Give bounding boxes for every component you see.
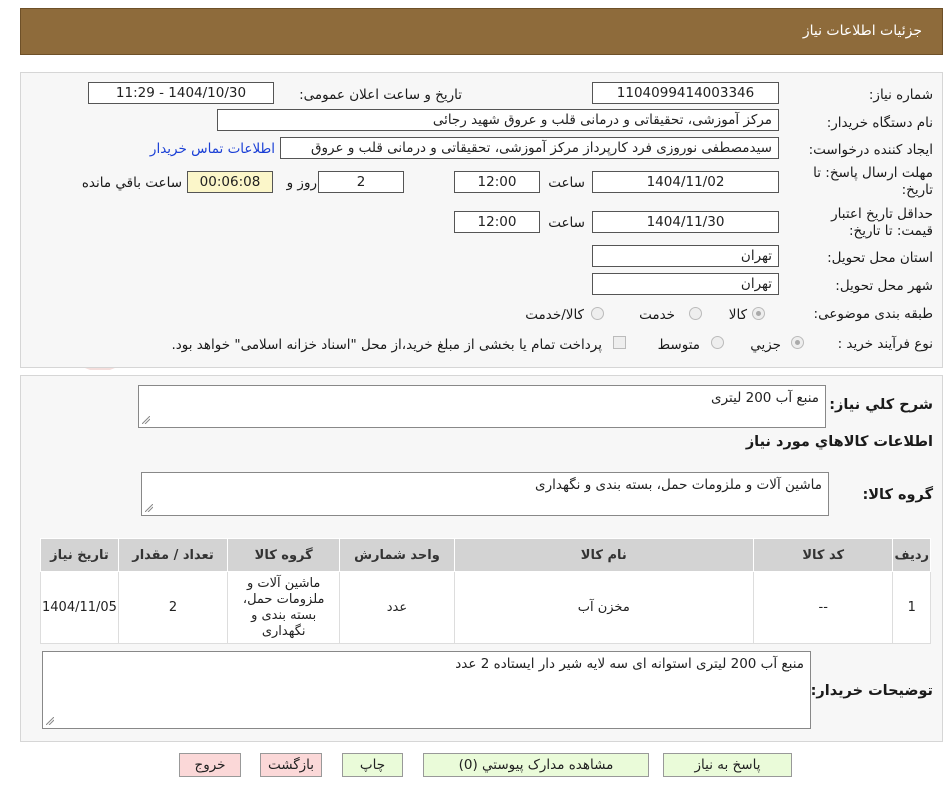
summary-text: منبع آب 200 لیتری (711, 390, 819, 406)
back-button[interactable]: بازگشت (260, 753, 322, 777)
announce-field: 1404/10/30 - 11:29 (88, 82, 274, 104)
attachments-button[interactable]: مشاهده مدارک پيوستي (0) (423, 753, 649, 777)
cell-item-code: -- (752, 571, 894, 644)
summary-textarea[interactable]: منبع آب 200 لیتری (138, 385, 826, 428)
validity-time-label: ساعت (548, 215, 585, 231)
page-title: جزئیات اطلاعات نیاز (802, 23, 922, 39)
buyer-label: نام دستگاه خریدار: (826, 115, 933, 131)
city-label: شهر محل تحویل: (835, 278, 933, 294)
validity-time-field: 12:00 (454, 211, 540, 233)
items-table: ردیف کد کالا نام کالا واحد شمارش گروه کا… (40, 538, 931, 644)
goods-group-textarea[interactable]: ماشین آلات و ملزومات حمل، بسته بندی و نگ… (141, 472, 829, 516)
category-radio-service[interactable] (689, 307, 702, 320)
print-button[interactable]: چاپ (342, 753, 403, 777)
buyer-notes-textarea[interactable]: منبع آب 200 لیتری استوانه ای سه لایه شیر… (42, 651, 811, 729)
reply-button[interactable]: پاسخ به نياز (663, 753, 792, 777)
category-radio-goods[interactable] (752, 307, 765, 320)
category-radio-goods-service[interactable] (591, 307, 604, 320)
treasury-payment-checkbox[interactable] (613, 336, 626, 349)
process-radio-medium[interactable] (711, 336, 724, 349)
process-option-medium: متوسط (657, 337, 700, 353)
summary-label: شرح کلي نياز: (829, 397, 933, 413)
validity-label: حداقل تاریخ اعتبار قیمت: تا تاریخ: (831, 206, 933, 240)
validity-label-line1: حداقل تاریخ اعتبار (831, 206, 933, 222)
deadline-time-field: 12:00 (454, 171, 540, 193)
category-option-service: خدمت (639, 307, 675, 323)
col-unit: واحد شمارش (339, 538, 455, 572)
process-option-minor: جزیي (750, 337, 781, 353)
resize-grip-icon[interactable] (46, 717, 54, 725)
validity-label-line2: قیمت: تا تاریخ: (849, 223, 933, 239)
cell-need-date: 1404/11/05 (40, 571, 119, 644)
remaining-time-label: ساعت باقي مانده (81, 175, 182, 191)
items-title: اطلاعات کالاهاي مورد نياز (745, 434, 933, 450)
province-label: استان محل تحویل: (827, 250, 933, 266)
goods-group-label: گروه کالا: (862, 487, 933, 503)
buyer-contact-link[interactable]: اطلاعات تماس خریدار (150, 141, 275, 157)
deadline-label-line1: مهلت ارسال پاسخ: تا (813, 165, 933, 181)
validity-date-field: 1404/11/30 (592, 211, 779, 233)
deadline-time-label: ساعت (548, 175, 585, 191)
cell-goods-group: ماشین آلات و ملزومات حمل، بسته بندی و نگ… (227, 571, 341, 644)
cell-quantity: 2 (117, 571, 229, 644)
items-table-header: ردیف کد کالا نام کالا واحد شمارش گروه کا… (40, 538, 931, 572)
col-quantity: تعداد / مقدار (117, 538, 229, 572)
days-remaining-field: 2 (318, 171, 404, 193)
treasury-payment-note: پرداخت تمام یا بخشی از مبلغ خرید،از محل … (171, 337, 602, 353)
goods-group-text: ماشین آلات و ملزومات حمل، بسته بندی و نگ… (535, 477, 822, 493)
need-number-field: 1104099414003346 (592, 82, 779, 104)
exit-button[interactable]: خروج (179, 753, 241, 777)
cell-row-number: 1 (892, 571, 931, 644)
city-field: تهران (592, 273, 779, 295)
deadline-label-line2: تاریخ: (901, 182, 933, 198)
process-label: نوع فرآیند خرید : (837, 336, 933, 352)
buyer-field: مرکز آموزشی، تحقیقاتی و درمانی قلب و عرو… (217, 109, 779, 131)
cell-unit: عدد (339, 571, 455, 644)
resize-grip-icon[interactable] (142, 416, 150, 424)
creator-label: ایجاد کننده درخواست: (808, 142, 933, 158)
deadline-label: مهلت ارسال پاسخ: تا تاریخ: (813, 165, 933, 199)
need-number-label: شماره نیاز: (868, 87, 933, 103)
resize-grip-icon[interactable] (145, 504, 153, 512)
buyer-notes-text: منبع آب 200 لیتری استوانه ای سه لایه شیر… (455, 656, 804, 672)
announce-label: تاریخ و ساعت اعلان عمومی: (299, 87, 462, 103)
process-radio-minor[interactable] (791, 336, 804, 349)
page-header: جزئیات اطلاعات نیاز (20, 8, 943, 55)
category-label: طبقه بندی موضوعی: (813, 306, 933, 322)
remaining-time-field: 00:06:08 (187, 171, 273, 193)
col-item-code: کد کالا (752, 538, 894, 572)
col-need-date: تاریخ نیاز (40, 538, 119, 572)
creator-field: سیدمصطفی نوروزی فرد کارپرداز مرکز آموزشی… (280, 137, 779, 159)
col-item-name: نام کالا (453, 538, 755, 572)
buyer-notes-label: توضیحات خریدار: (810, 683, 933, 699)
days-label: روز و (286, 175, 317, 191)
category-option-goods: کالا (728, 307, 747, 323)
province-field: تهران (592, 245, 779, 267)
category-option-goods-service: کالا/خدمت (525, 307, 584, 323)
col-goods-group: گروه کالا (227, 538, 341, 572)
col-row-number: ردیف (892, 538, 931, 572)
deadline-date-field: 1404/11/02 (592, 171, 779, 193)
table-row: 1 -- مخزن آب عدد ماشین آلات و ملزومات حم… (40, 571, 931, 644)
cell-item-name: مخزن آب (453, 571, 755, 644)
